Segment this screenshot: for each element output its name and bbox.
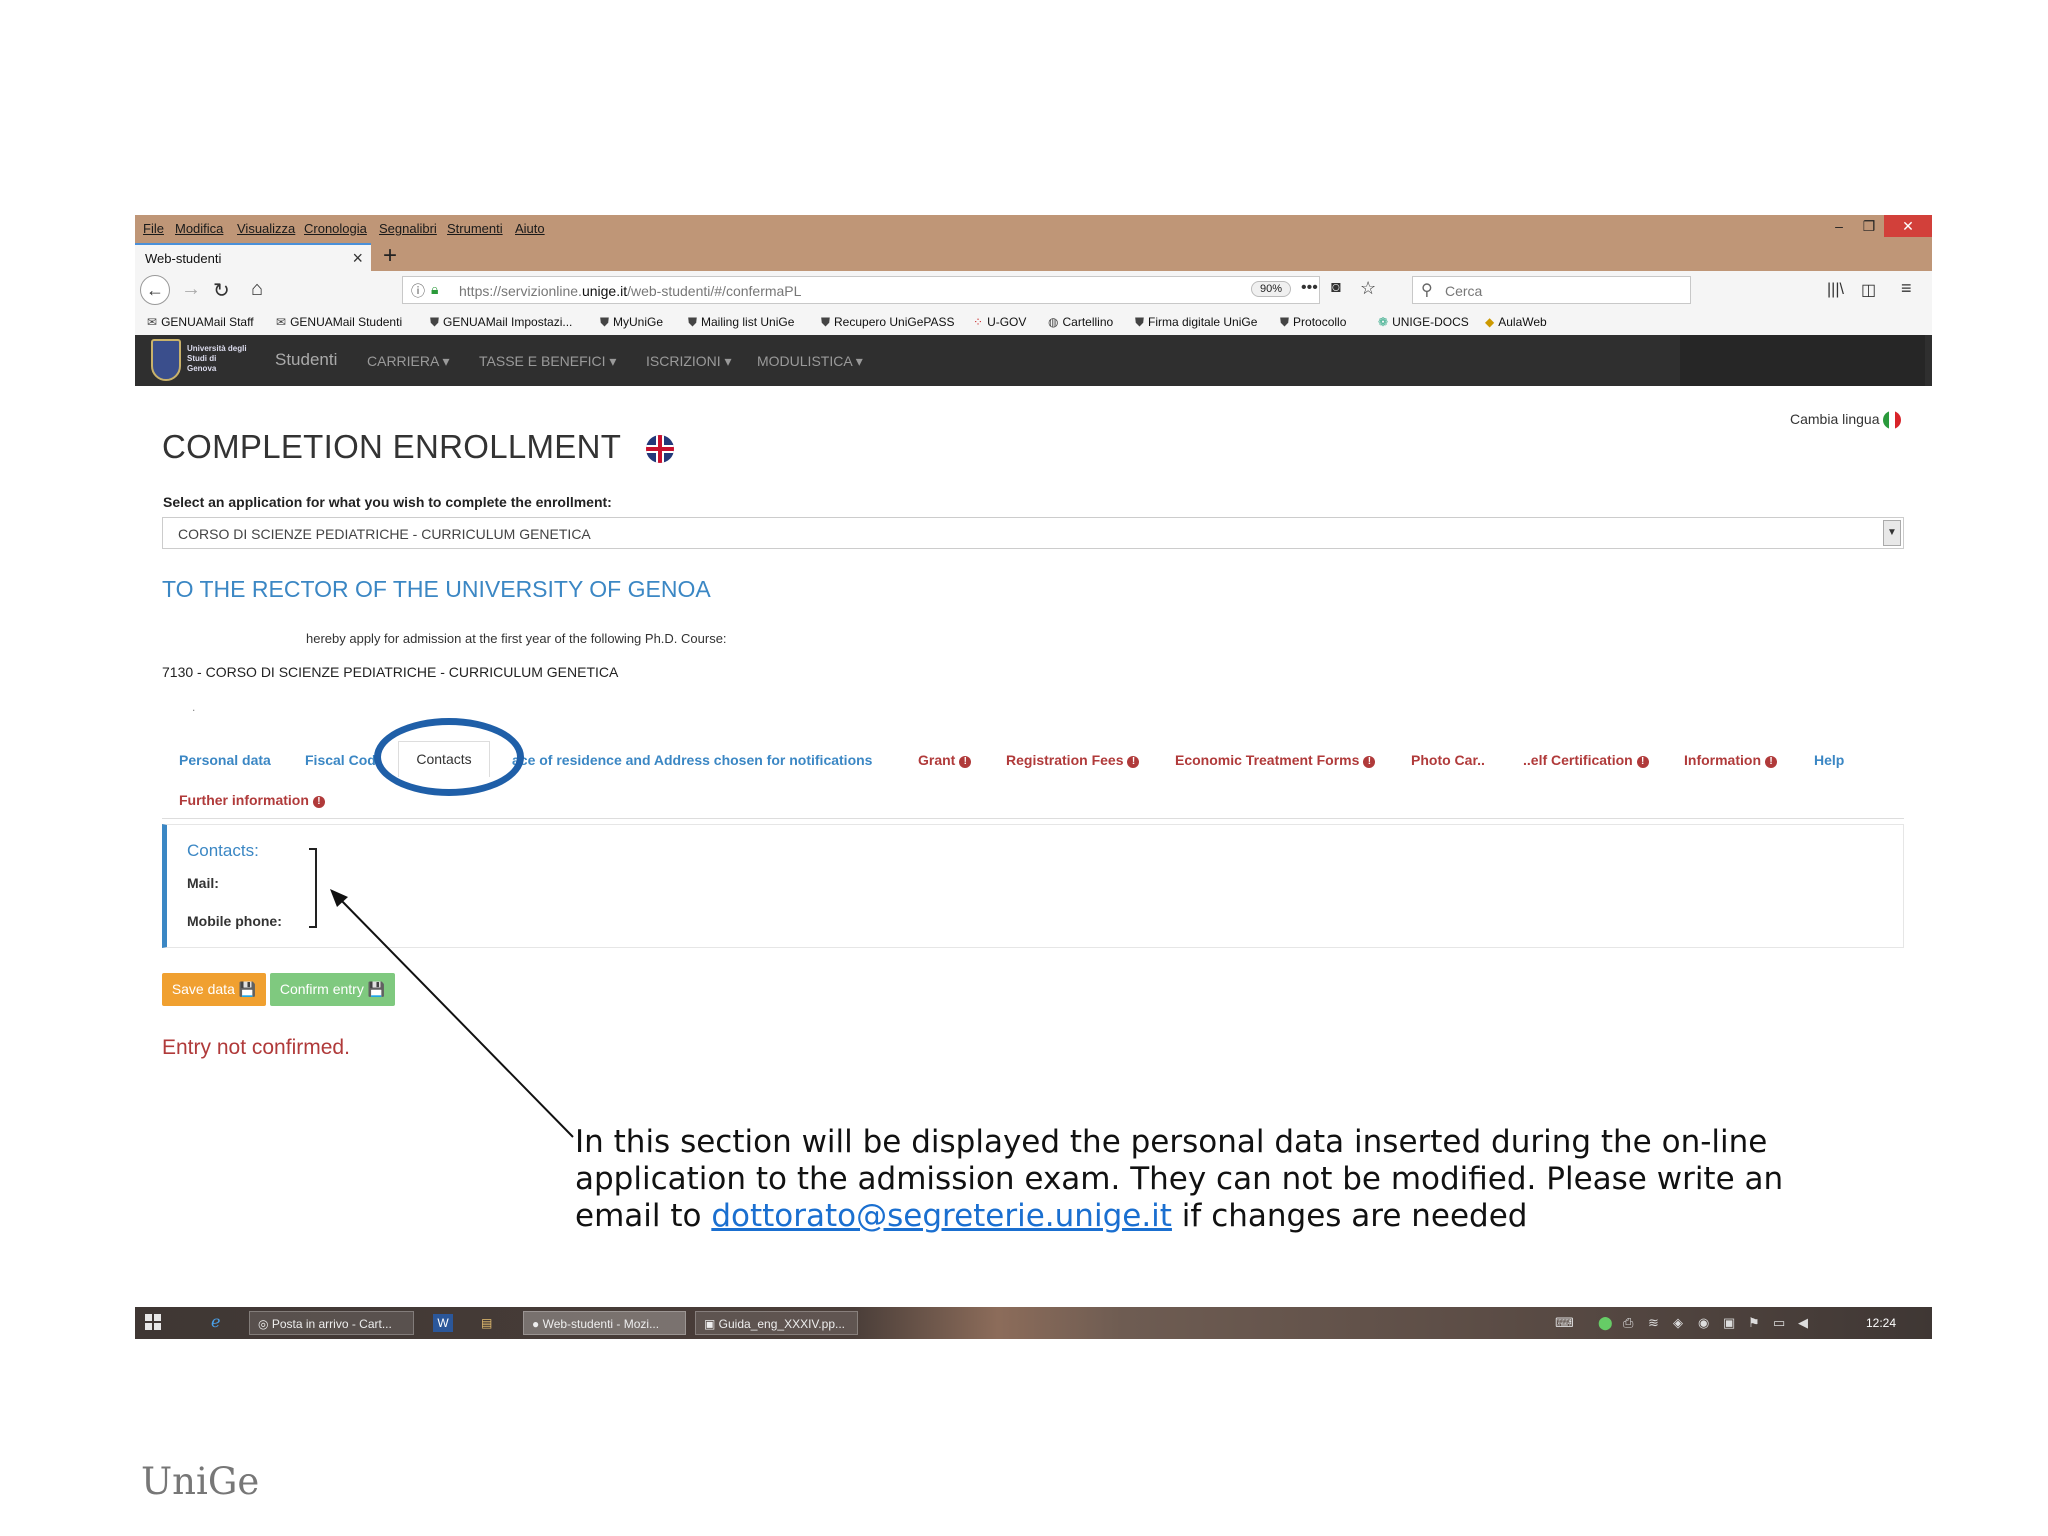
taskbar-app-firefox[interactable]: ● Web-studenti - Mozi... xyxy=(523,1311,686,1335)
taskbar-app-mail[interactable]: ◎ Posta in arrivo - Cart... xyxy=(249,1311,414,1335)
windows-start-icon[interactable] xyxy=(145,1314,161,1330)
flag-icon[interactable]: ⚑ xyxy=(1748,1315,1760,1331)
tray-printer-icon[interactable]: ⎙ xyxy=(1623,1315,1633,1331)
annotation-text: In this section will be displayed the pe… xyxy=(575,1124,1784,1234)
monitor-icon[interactable]: ▭ xyxy=(1773,1315,1785,1331)
tray-security-icon[interactable]: ◉ xyxy=(1698,1315,1709,1331)
file-explorer-icon[interactable]: ▤ xyxy=(481,1311,492,1335)
clock[interactable]: 12:24 xyxy=(1866,1316,1896,1330)
tray-wifi-icon[interactable]: ≋ xyxy=(1648,1315,1659,1331)
tray-network-icon[interactable]: ⬤ xyxy=(1598,1315,1613,1331)
email-link[interactable]: dottorato@segreterie.unige.it xyxy=(711,1198,1172,1234)
keyboard-icon[interactable]: ⌨ xyxy=(1555,1315,1574,1331)
annotation-arrow xyxy=(330,889,574,1138)
unige-footer-logo: UniGe xyxy=(141,1460,260,1503)
volume-icon[interactable]: ◀ xyxy=(1798,1315,1808,1331)
taskbar: ℯ ◎ Posta in arrivo - Cart... W ▤ ● Web-… xyxy=(135,1307,1932,1339)
internet-explorer-icon[interactable]: ℯ xyxy=(211,1311,220,1335)
tray-app-icon[interactable]: ◈ xyxy=(1673,1315,1683,1331)
word-icon[interactable]: W xyxy=(433,1314,453,1332)
taskbar-app-powerpoint[interactable]: ▣ Guida_eng_XXXIV.pp... xyxy=(695,1311,858,1335)
tray-shield-icon[interactable]: ▣ xyxy=(1723,1315,1735,1331)
